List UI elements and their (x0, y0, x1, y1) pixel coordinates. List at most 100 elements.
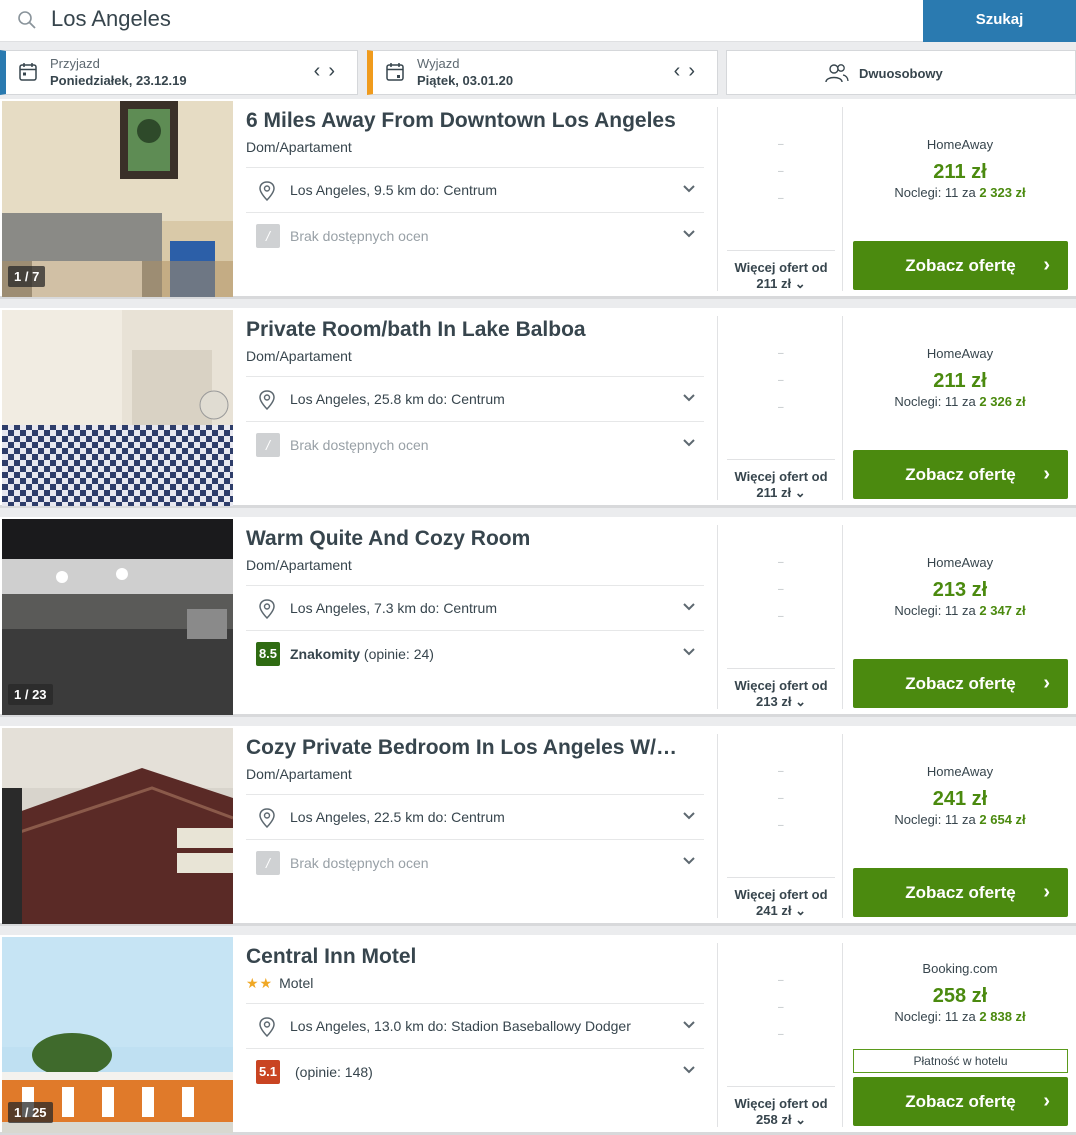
checkout-value: Piątek, 03.01.20 (417, 73, 514, 88)
listing-title[interactable]: Warm Quite And Cozy Room (246, 527, 704, 551)
more-offers-button[interactable]: Więcej ofert od 258 zł ⌄ (727, 1086, 835, 1128)
listing-title[interactable]: 6 Miles Away From Downtown Los Angeles (246, 109, 704, 133)
listing-title[interactable]: Central Inn Motel (246, 945, 704, 969)
view-offer-button[interactable]: Zobacz ofertę › (853, 1077, 1068, 1126)
chevron-right-icon[interactable]: › (328, 60, 343, 82)
empty-offer-dash: – (778, 584, 784, 595)
listing-photo[interactable] (2, 728, 233, 924)
more-offers-label: Więcej ofert od (734, 1096, 828, 1111)
listing-card: 1 / 25 Central Inn Motel ★★ Motel Los Ang… (0, 935, 1076, 1135)
chevron-down-icon[interactable] (682, 600, 696, 614)
chevron-down-icon[interactable] (682, 645, 696, 659)
provider-name: HomeAway (926, 555, 994, 570)
empty-offer-dash: – (778, 793, 784, 804)
chevron-down-icon[interactable] (682, 182, 696, 196)
location-row[interactable]: Los Angeles, 13.0 km do: Stadion Basebal… (246, 1003, 704, 1048)
chevron-down-icon[interactable] (682, 1063, 696, 1077)
chevron-left-icon[interactable]: ‹ (674, 60, 689, 82)
location-row[interactable]: Los Angeles, 22.5 km do: Centrum (246, 794, 704, 839)
rating-row[interactable]: / Brak dostępnych ocen (246, 421, 704, 466)
empty-offer-dash: – (778, 820, 784, 831)
more-offers-price: 258 zł (756, 1112, 792, 1127)
price-per-night: 213 zł (932, 579, 988, 601)
location-row[interactable]: Los Angeles, 7.3 km do: Centrum (246, 585, 704, 630)
more-offers-column: – – – Więcej ofert od 241 zł ⌄ (717, 734, 843, 918)
empty-offer-dash: – (778, 139, 784, 150)
location-text: Los Angeles, 7.3 km do: Centrum (290, 600, 497, 616)
more-offers-button[interactable]: Więcej ofert od 211 zł ⌄ (727, 250, 835, 292)
rating-row[interactable]: / Brak dostępnych ocen (246, 212, 704, 257)
rating-text: Brak dostępnych ocen (290, 855, 429, 871)
location-pin-icon (259, 1017, 275, 1037)
rating-badge: 5.1 (256, 1060, 280, 1084)
calendar-icon (19, 63, 37, 81)
listing-photo[interactable]: 1 / 7 (2, 101, 233, 297)
photo-counter: 1 / 25 (8, 1102, 53, 1123)
rating-row[interactable]: / Brak dostępnych ocen (246, 839, 704, 884)
listing-title[interactable]: Cozy Private Bedroom In Los Angeles W/… (246, 736, 704, 760)
chevron-down-icon[interactable] (682, 391, 696, 405)
listing-card: 1 / 7 6 Miles Away From Downtown Los Ang… (0, 99, 1076, 299)
more-offers-column: – – – Więcej ofert od 211 zł ⌄ (717, 107, 843, 291)
price-per-night: 258 zł (932, 985, 988, 1007)
price-per-night: 211 zł (933, 161, 987, 183)
rating-row[interactable]: 8.5 Znakomity (opinie: 24) (246, 630, 704, 675)
location-row[interactable]: Los Angeles, 25.8 km do: Centrum (246, 376, 704, 421)
more-offers-label: Więcej ofert od (734, 887, 828, 902)
total-price: Noclegi: 11 za 2 654 zł (894, 812, 1026, 827)
location-row[interactable]: Los Angeles, 9.5 km do: Centrum (246, 167, 704, 212)
more-offers-button[interactable]: Więcej ofert od 241 zł ⌄ (727, 877, 835, 919)
location-pin-icon (259, 181, 275, 201)
more-offers-button[interactable]: Więcej ofert od 211 zł ⌄ (727, 459, 835, 501)
room-selector[interactable]: Dwuosobowy (726, 50, 1076, 95)
search-input[interactable]: Los Angeles (51, 6, 171, 32)
checkout-date[interactable]: Wyjazd Piątek, 03.01.20 ‹› (367, 50, 718, 95)
more-offers-button[interactable]: Więcej ofert od 213 zł ⌄ (727, 668, 835, 710)
listing-type: Dom/Apartament (246, 557, 352, 573)
more-offers-label: Więcej ofert od (734, 260, 828, 275)
more-offers-label: Więcej ofert od (734, 469, 828, 484)
checkout-label: Wyjazd (417, 56, 460, 71)
empty-offer-dash: – (778, 166, 784, 177)
rating-badge: / (256, 224, 280, 248)
rating-badge: / (256, 433, 280, 457)
view-offer-button[interactable]: Zobacz ofertę › (853, 659, 1068, 708)
location-pin-icon (259, 808, 275, 828)
chevron-right-icon: › (1043, 463, 1050, 485)
rating-row[interactable]: 5.1 (opinie: 148) (246, 1048, 704, 1093)
checkin-date[interactable]: Przyjazd Poniedziałek, 23.12.19 ‹› (0, 50, 358, 95)
chevron-right-icon[interactable]: › (688, 60, 703, 82)
chevron-down-icon[interactable] (682, 227, 696, 241)
listing-photo[interactable]: 1 / 23 (2, 519, 233, 715)
chevron-down-icon[interactable] (682, 1018, 696, 1032)
listing-photo[interactable] (2, 310, 233, 506)
empty-offer-dash: – (778, 557, 784, 568)
search-button[interactable]: Szukaj (923, 0, 1076, 42)
more-offers-price: 241 zł (756, 903, 792, 918)
more-offers-column: – – – Więcej ofert od 258 zł ⌄ (717, 943, 843, 1127)
chevron-down-icon: ⌄ (794, 276, 806, 291)
listing-type: Dom/Apartament (246, 348, 352, 364)
listing-photo[interactable]: 1 / 25 (2, 937, 233, 1133)
rating-text: Brak dostępnych ocen (290, 228, 429, 244)
view-offer-button[interactable]: Zobacz ofertę › (853, 241, 1068, 290)
chevron-down-icon[interactable] (682, 854, 696, 868)
listing-title[interactable]: Private Room/bath In Lake Balboa (246, 318, 704, 342)
chevron-down-icon[interactable] (682, 809, 696, 823)
chevron-left-icon[interactable]: ‹ (314, 60, 329, 82)
location-text: Los Angeles, 9.5 km do: Centrum (290, 182, 497, 198)
empty-offer-dash: – (778, 348, 784, 359)
view-offer-button[interactable]: Zobacz ofertę › (853, 868, 1068, 917)
pay-at-hotel-badge: Płatność w hotelu (853, 1049, 1068, 1073)
chevron-down-icon: ⌄ (795, 694, 806, 709)
chevron-right-icon: › (1043, 881, 1050, 903)
checkin-arrows[interactable]: ‹› (314, 60, 343, 83)
view-offer-button[interactable]: Zobacz ofertę › (853, 450, 1068, 499)
provider-name: Booking.com (922, 961, 998, 976)
more-offers-column: – – – Więcej ofert od 211 zł ⌄ (717, 316, 843, 500)
chevron-right-icon: › (1043, 254, 1050, 276)
checkout-arrows[interactable]: ‹› (674, 60, 703, 83)
chevron-down-icon[interactable] (682, 436, 696, 450)
more-offers-column: – – – Więcej ofert od 213 zł ⌄ (717, 525, 843, 709)
search-bar: Los Angeles Szukaj (0, 0, 1076, 42)
